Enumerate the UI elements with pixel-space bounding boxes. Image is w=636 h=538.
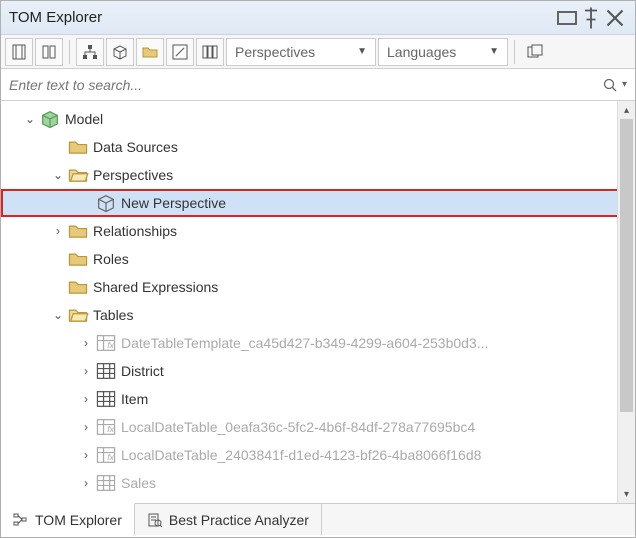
expander-icon[interactable]: › (77, 392, 95, 406)
search-icon[interactable] (602, 77, 618, 93)
toolbar-separator (69, 40, 70, 64)
calc-table-icon: fx (95, 333, 117, 353)
scroll-track[interactable] (618, 119, 635, 485)
languages-dropdown[interactable]: Languages ▼ (378, 38, 508, 66)
svg-text:fx: fx (107, 424, 114, 434)
pin-icon[interactable] (579, 6, 603, 30)
tree-view: ⌄ Model Data Sources ⌄ Perspectives New … (1, 101, 635, 503)
folder-icon (67, 137, 89, 157)
tree-label: District (121, 363, 164, 379)
search-bar: ▾ (1, 69, 635, 101)
tree-node-table[interactable]: › fx DateTableTemplate_ca45d427-b349-429… (1, 329, 635, 357)
calc-table-icon: fx (95, 445, 117, 465)
tree-node-table[interactable]: › Item (1, 385, 635, 413)
window-title: TOM Explorer (9, 9, 555, 26)
measure-icon[interactable] (166, 38, 194, 66)
model-icon (39, 109, 61, 129)
tree-node-tables[interactable]: ⌄ Tables (1, 301, 635, 329)
tree-label: DateTableTemplate_ca45d427-b349-4299-a60… (121, 335, 488, 351)
tree-label: LocalDateTable_2403841f-d1ed-4123-bf26-4… (121, 447, 481, 463)
expander-icon[interactable]: ⌄ (49, 308, 67, 322)
folder-icon[interactable] (136, 38, 164, 66)
perspectives-dropdown[interactable]: Perspectives ▼ (226, 38, 376, 66)
tree-label: Tables (93, 307, 133, 323)
calc-table-icon: fx (95, 417, 117, 437)
folder-open-icon (67, 165, 89, 185)
tree-icon (13, 512, 29, 528)
chevron-down-icon: ▼ (357, 46, 367, 57)
tree-node-table[interactable]: › District (1, 357, 635, 385)
folder-icon (67, 277, 89, 297)
tree-node-new-perspective[interactable]: New Perspective (1, 189, 635, 217)
tree-node-table[interactable]: › fx LocalDateTable_0eafa36c-5fc2-4b6f-8… (1, 413, 635, 441)
tree-label: LocalDateTable_0eafa36c-5fc2-4b6f-84df-2… (121, 419, 475, 435)
expander-icon[interactable]: ⌄ (21, 112, 39, 126)
expander-icon[interactable]: › (77, 420, 95, 434)
tree-node-roles[interactable]: Roles (1, 245, 635, 273)
table-icon (95, 361, 117, 381)
toolbar-btn-1[interactable] (5, 38, 33, 66)
tree-node-shared-expressions[interactable]: Shared Expressions (1, 273, 635, 301)
analyzer-icon (147, 512, 163, 528)
svg-text:fx: fx (107, 340, 114, 350)
expander-icon[interactable]: ⌄ (49, 168, 67, 182)
tab-label: TOM Explorer (35, 512, 122, 528)
tree-label: Roles (93, 251, 129, 267)
tree-node-data-sources[interactable]: Data Sources (1, 133, 635, 161)
tree-label: Model (65, 111, 103, 127)
tree-label: Shared Expressions (93, 279, 218, 295)
search-input[interactable] (9, 77, 602, 93)
expander-icon[interactable]: › (77, 336, 95, 350)
tree-node-model[interactable]: ⌄ Model (1, 105, 635, 133)
expander-icon[interactable]: › (77, 476, 95, 490)
folder-icon (67, 221, 89, 241)
close-icon[interactable] (603, 6, 627, 30)
tree-node-relationships[interactable]: › Relationships (1, 217, 635, 245)
search-options-icon[interactable]: ▾ (622, 79, 627, 90)
tree-label: New Perspective (121, 195, 226, 211)
folder-open-icon (67, 305, 89, 325)
folder-icon (67, 249, 89, 269)
tree-node-table[interactable]: › fx LocalDateTable_2403841f-d1ed-4123-b… (1, 441, 635, 469)
perspective-icon (95, 193, 117, 213)
chevron-down-icon: ▼ (489, 46, 499, 57)
expander-icon[interactable]: › (49, 224, 67, 238)
tab-label: Best Practice Analyzer (169, 512, 309, 528)
tree-label: Sales (121, 475, 156, 491)
tree-node-perspectives[interactable]: ⌄ Perspectives (1, 161, 635, 189)
tab-tom-explorer[interactable]: TOM Explorer (1, 503, 135, 535)
toolbar-overflow-icon[interactable] (521, 38, 549, 66)
cube-icon[interactable] (106, 38, 134, 66)
table-icon (95, 473, 117, 493)
toolbar: Perspectives ▼ Languages ▼ (1, 35, 635, 69)
columns-icon[interactable] (196, 38, 224, 66)
window-dropdown-icon[interactable] (555, 6, 579, 30)
tree-label: Relationships (93, 223, 177, 239)
languages-dropdown-label: Languages (387, 44, 481, 60)
scroll-up-icon[interactable]: ▴ (618, 101, 635, 119)
tree-label: Data Sources (93, 139, 178, 155)
tab-best-practice[interactable]: Best Practice Analyzer (135, 504, 322, 535)
expander-icon[interactable]: › (77, 448, 95, 462)
scroll-down-icon[interactable]: ▾ (618, 485, 635, 503)
vertical-scrollbar[interactable]: ▴ ▾ (617, 101, 635, 503)
title-bar: TOM Explorer (1, 1, 635, 35)
perspectives-dropdown-label: Perspectives (235, 44, 349, 60)
bottom-tabs: TOM Explorer Best Practice Analyzer (1, 503, 635, 535)
toolbar-btn-2[interactable] (35, 38, 63, 66)
table-icon (95, 389, 117, 409)
svg-text:fx: fx (107, 452, 114, 462)
scroll-thumb[interactable] (620, 119, 633, 412)
expander-icon[interactable]: › (77, 364, 95, 378)
toolbar-separator (514, 40, 515, 64)
tree-label: Item (121, 391, 148, 407)
tree-node-table[interactable]: › Sales (1, 469, 635, 497)
tree-label: Perspectives (93, 167, 173, 183)
hierarchy-icon[interactable] (76, 38, 104, 66)
